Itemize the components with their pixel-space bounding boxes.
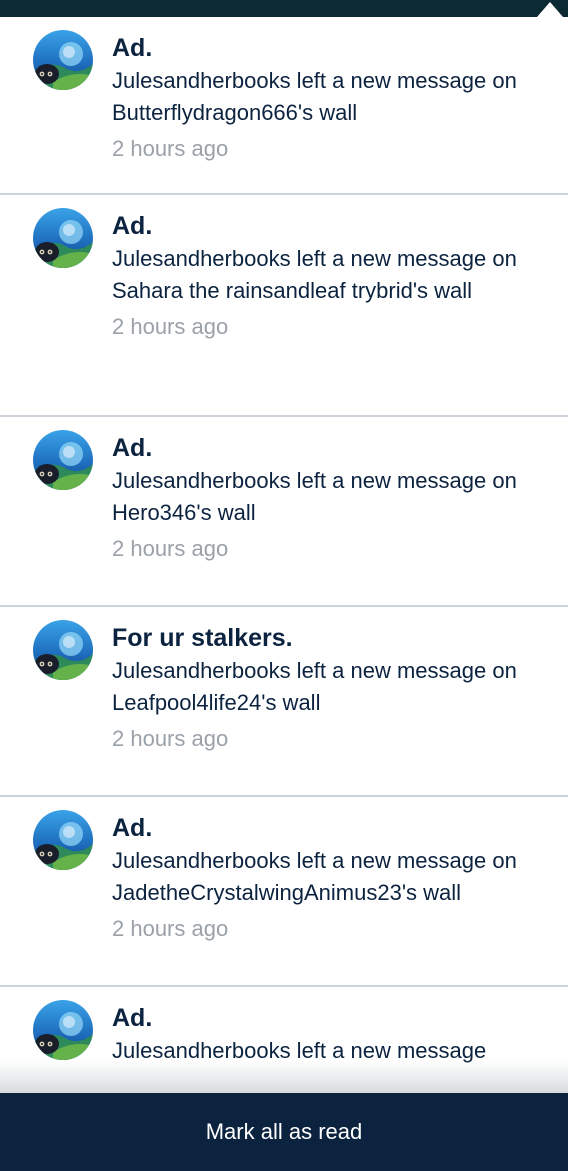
notification-item[interactable]: Ad. Julesandherbooks left a new message … (0, 195, 568, 417)
notification-time: 2 hours ago (112, 916, 229, 941)
notification-item[interactable]: Ad. Julesandherbooks left a new message … (0, 417, 568, 607)
notification-title: Ad. (112, 212, 153, 240)
user-avatar-icon[interactable] (33, 430, 93, 490)
mark-all-read-button[interactable]: Mark all as read (0, 1093, 568, 1171)
notification-time: 2 hours ago (112, 314, 229, 339)
notification-message: Julesandherbooks left a new message (112, 1038, 487, 1063)
dropdown-caret (537, 2, 563, 17)
notification-item[interactable]: Ad. Julesandherbooks left a new message … (0, 17, 568, 195)
user-avatar-icon[interactable] (33, 30, 93, 90)
notification-message: Julesandherbooks left a new message on L… (112, 658, 517, 715)
notification-message: Julesandherbooks left a new message on J… (112, 848, 517, 905)
notification-message: Julesandherbooks left a new message on S… (112, 246, 517, 303)
notification-list[interactable]: Ad. Julesandherbooks left a new message … (0, 17, 568, 1093)
notification-message: Julesandherbooks left a new message on B… (112, 68, 517, 125)
notification-time: 2 hours ago (112, 136, 229, 161)
user-avatar-icon[interactable] (33, 1000, 93, 1060)
user-avatar-icon[interactable] (33, 620, 93, 680)
notification-time: 2 hours ago (112, 726, 229, 751)
notification-title: Ad. (112, 1004, 153, 1032)
notification-item[interactable]: Ad. Julesandherbooks left a new message (0, 987, 568, 1093)
notification-time: 2 hours ago (112, 536, 229, 561)
user-avatar-icon[interactable] (33, 810, 93, 870)
notification-title: Ad. (112, 814, 153, 842)
user-avatar-icon[interactable] (33, 208, 93, 268)
mark-all-read-label: Mark all as read (205, 1119, 363, 1144)
notification-title: Ad. (112, 434, 153, 462)
notification-item[interactable]: For ur stalkers. Julesandherbooks left a… (0, 607, 568, 797)
top-bar (0, 0, 568, 17)
notification-item[interactable]: Ad. Julesandherbooks left a new message … (0, 797, 568, 987)
notification-message: Julesandherbooks left a new message on H… (112, 468, 517, 525)
notification-title: Ad. (112, 34, 153, 62)
notification-title: For ur stalkers. (112, 624, 293, 652)
